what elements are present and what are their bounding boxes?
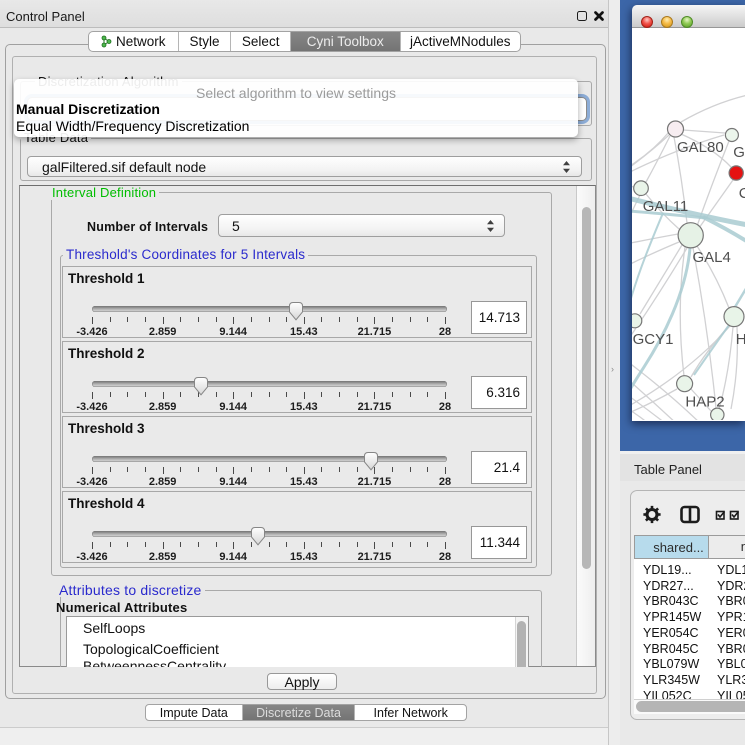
svg-text:HAP2: HAP2 bbox=[685, 394, 724, 411]
svg-text:CB: CB bbox=[739, 185, 745, 202]
svg-text:GAL: GAL bbox=[733, 144, 745, 161]
svg-text:HA: HA bbox=[736, 331, 745, 348]
svg-text:GCY1: GCY1 bbox=[633, 331, 674, 348]
svg-text:GAL11: GAL11 bbox=[643, 198, 689, 215]
svg-text:GAL4: GAL4 bbox=[693, 249, 731, 266]
svg-text:GAL80: GAL80 bbox=[677, 139, 724, 156]
